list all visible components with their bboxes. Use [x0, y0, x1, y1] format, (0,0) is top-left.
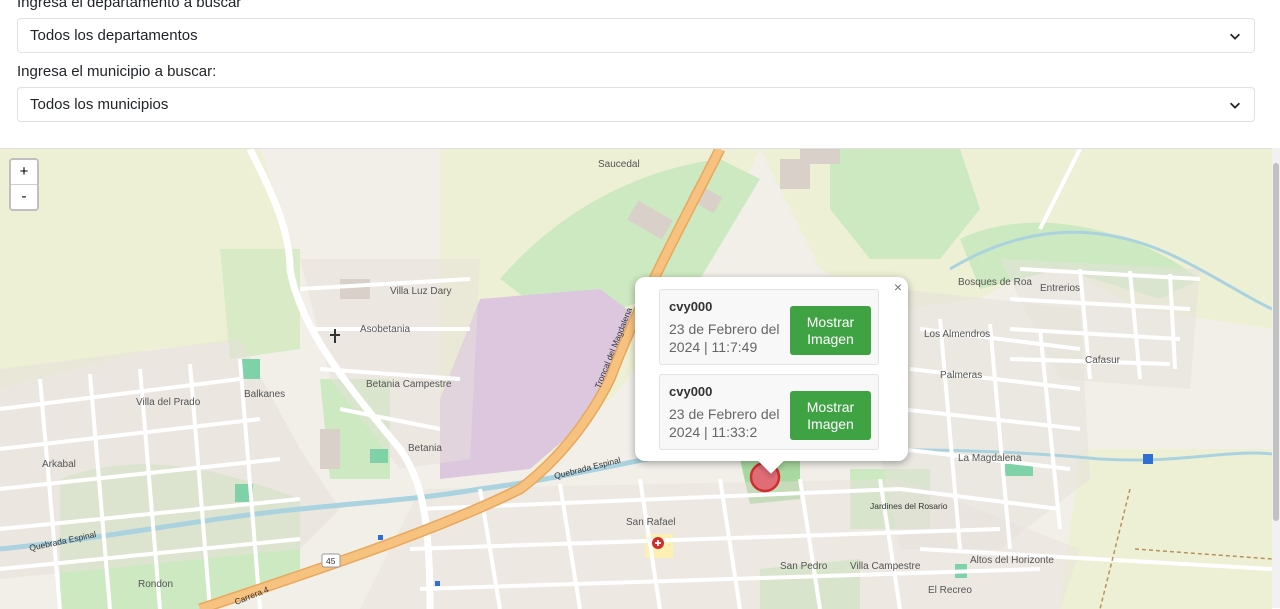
department-select-value: Todos los departamentos [30, 27, 198, 44]
map-container[interactable]: Saucedal Villa Luz Dary Asobetania Betan… [0, 148, 1272, 609]
show-image-button[interactable]: Mostrar Imagen [790, 306, 871, 355]
municipality-select-value: Todos los municipios [30, 96, 169, 113]
zoom-in-button[interactable]: + [11, 160, 37, 184]
place-label-balkanes: Balkanes [244, 389, 285, 400]
show-image-button[interactable]: Mostrar Imagen [790, 391, 871, 440]
municipality-select[interactable]: Todos los municipios [17, 87, 1255, 122]
place-label-cafasur: Cafasur [1085, 355, 1121, 366]
department-select[interactable]: Todos los departamentos [17, 18, 1255, 53]
zoom-control: + - [9, 158, 39, 211]
place-label-asobetania: Asobetania [360, 324, 410, 335]
place-label-la-magdalena: La Magdalena [958, 453, 1022, 464]
record-name: cvy000 [669, 299, 713, 314]
poi-icon [435, 581, 440, 586]
chevron-down-icon [1230, 102, 1240, 109]
place-label-palmeras: Palmeras [940, 370, 982, 381]
place-label-los-almendros: Los Almendros [924, 329, 990, 340]
page-scrollbar[interactable] [1272, 148, 1280, 608]
record-date: 23 de Febrero del 2024 | 11:7:49 [669, 321, 780, 355]
place-label-bosques-de-roa: Bosques de Roa [958, 277, 1032, 288]
place-label-villa-del-prado: Villa del Prado [136, 397, 201, 408]
place-label-jardines-del-rosario: Jardines del Rosario [870, 501, 948, 511]
zoom-out-button[interactable]: - [11, 184, 37, 209]
place-label-arkabal: Arkabal [42, 459, 76, 470]
record-name: cvy000 [669, 384, 713, 399]
poi-icon [378, 535, 383, 540]
place-label-altos-del-horizonte: Altos del Horizonte [970, 555, 1054, 566]
record-card: cvy000 23 de Febrero del 2024 | 11:33:2 … [659, 374, 879, 450]
place-label-entrerios: Entrerios [1040, 283, 1080, 294]
route-shield-45: 45 [326, 556, 336, 566]
place-label-san-rafael: San Rafael [626, 517, 675, 528]
place-label-betania-campestre: Betania Campestre [366, 379, 452, 390]
place-label-villa-campestre: Villa Campestre [850, 561, 921, 572]
poi-icon [1143, 454, 1153, 464]
municipality-label: Ingresa el municipio a buscar: [17, 63, 217, 80]
department-label: Ingresa el departamento a buscar [17, 0, 242, 11]
place-label-el-recreo: El Recreo [928, 585, 972, 596]
scrollbar-thumb[interactable] [1273, 163, 1279, 521]
chevron-down-icon [1230, 33, 1240, 40]
close-icon[interactable]: × [894, 279, 902, 295]
marker-popup: × cvy000 23 de Febrero del 2024 | 11:7:4… [635, 277, 908, 474]
place-label-saucedal: Saucedal [598, 159, 640, 170]
record-card: cvy000 23 de Febrero del 2024 | 11:7:49 … [659, 289, 879, 365]
place-label-rondon: Rondon [138, 579, 173, 590]
place-label-san-pedro: San Pedro [780, 561, 828, 572]
record-date: 23 de Febrero del 2024 | 11:33:2 [669, 406, 780, 440]
place-label-villa-luz-dary: Villa Luz Dary [390, 286, 452, 297]
place-label-betania: Betania [408, 443, 442, 454]
